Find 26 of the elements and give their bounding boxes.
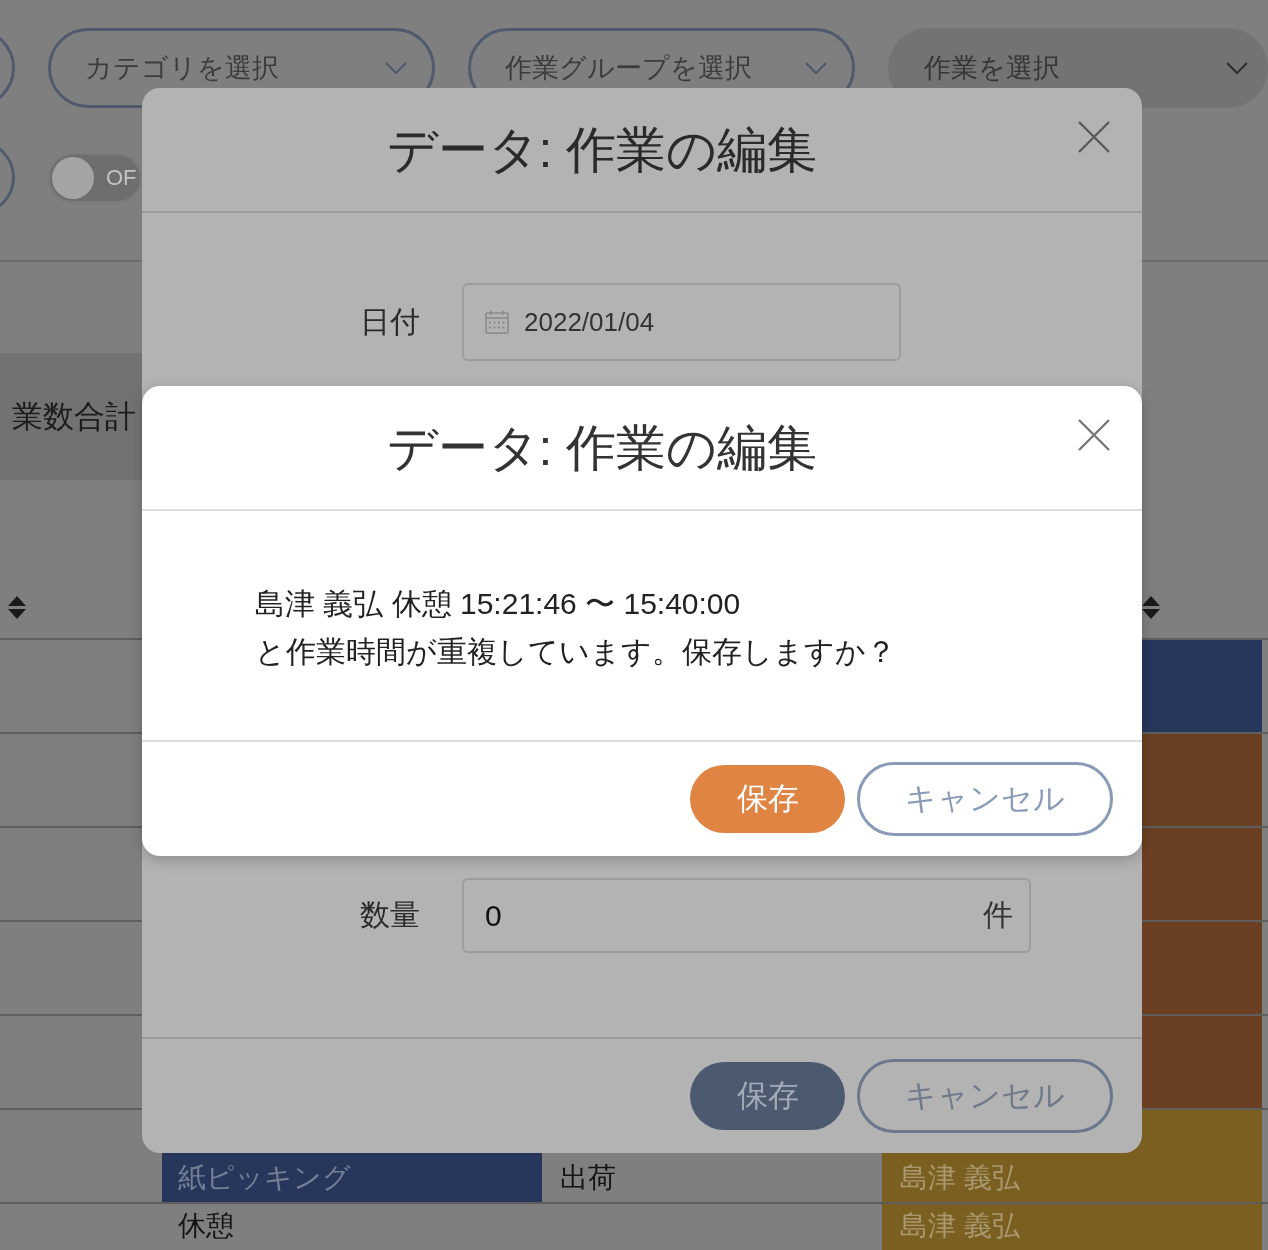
table-cell-text: 出荷 [559, 1161, 617, 1195]
sort-icon[interactable] [1142, 596, 1160, 619]
table-header-cell: 業数合計 [0, 353, 142, 480]
chevron-down-icon [1226, 62, 1248, 74]
chevron-down-icon [385, 62, 407, 74]
cancel-button[interactable]: キャンセル [857, 762, 1113, 836]
sort-icon[interactable] [8, 596, 26, 619]
date-field[interactable]: 2022/01/04 [462, 283, 901, 361]
close-icon[interactable] [1078, 419, 1110, 451]
field-label: 日付 [360, 303, 420, 340]
table-cell-text: 休憩 [177, 1209, 235, 1243]
save-button[interactable]: 保存 [690, 1062, 845, 1130]
save-button[interactable]: 保存 [690, 765, 845, 833]
unit-label: 件 [983, 897, 1013, 933]
cancel-button[interactable]: キャンセル [857, 1059, 1113, 1133]
field-label: 数量 [360, 897, 420, 933]
dialog-title: データ: 作業の編集 [385, 418, 819, 478]
warning-message: 島津 義弘 休憩 15:21:46 〜 15:40:00 と作業時間が重複しています。保存しますか？ [255, 586, 897, 670]
chevron-down-icon [805, 62, 827, 74]
calendar-icon [485, 310, 509, 334]
dialog-title: データ: 作業の編集 [385, 120, 819, 180]
quantity-field[interactable]: 0 件 [462, 878, 1031, 953]
toggle-knob [52, 156, 94, 199]
toggle-switch[interactable]: OF [48, 152, 142, 203]
table-cell: 島津 義弘 [882, 1204, 1262, 1250]
close-icon[interactable] [1078, 121, 1110, 153]
